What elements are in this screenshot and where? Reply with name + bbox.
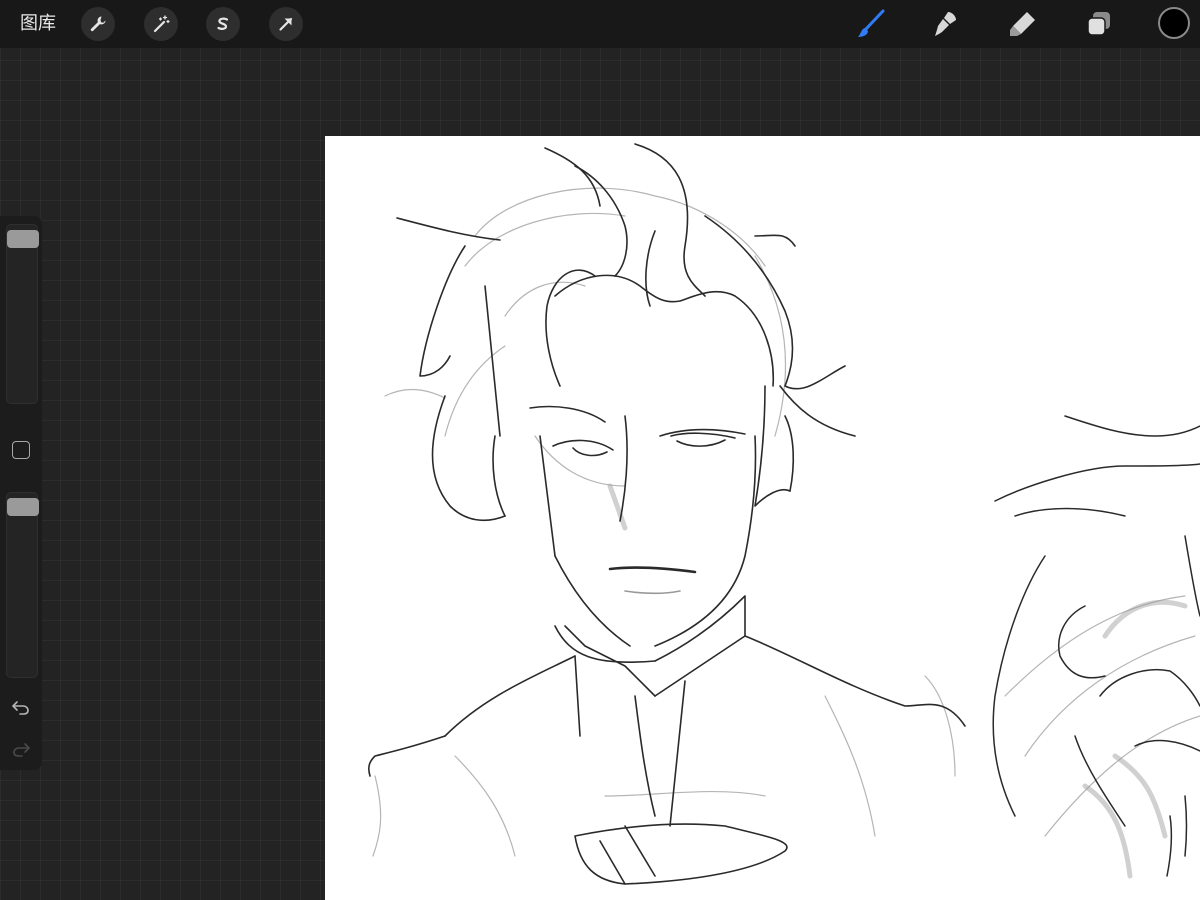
transform-button[interactable] [269,7,303,41]
eraser-icon [1010,12,1035,36]
gallery-button[interactable]: 图库 [20,12,56,36]
brush-size-thumb[interactable] [7,230,39,249]
sketch-artwork [368,143,1200,885]
brush-button[interactable] [853,6,889,42]
top-toolbar: 图库 [0,0,1200,48]
selection-button[interactable] [206,7,240,41]
actions-button[interactable] [81,7,115,41]
smudge-icon [935,12,956,36]
opacity-slider[interactable] [6,492,39,678]
magic-wand-icon [153,15,170,33]
smudge-button[interactable] [928,6,964,42]
layers-icon [1087,12,1110,36]
redo-button[interactable] [10,738,32,760]
adjustments-button[interactable] [144,7,178,41]
undo-icon [12,701,29,715]
modify-button[interactable] [12,441,30,459]
color-swatch-button[interactable] [1158,7,1190,39]
selection-icon [217,17,229,30]
redo-icon [13,743,30,757]
left-sidebar [0,216,42,770]
layers-button[interactable] [1081,6,1117,42]
wrench-icon [90,16,106,32]
opacity-thumb[interactable] [7,498,39,517]
arrow-transform-icon [279,17,293,31]
brush-icon [858,9,885,37]
drawing-canvas[interactable] [325,136,1200,900]
eraser-button[interactable] [1005,6,1041,42]
brush-size-slider[interactable] [6,224,39,404]
undo-button[interactable] [10,696,32,718]
